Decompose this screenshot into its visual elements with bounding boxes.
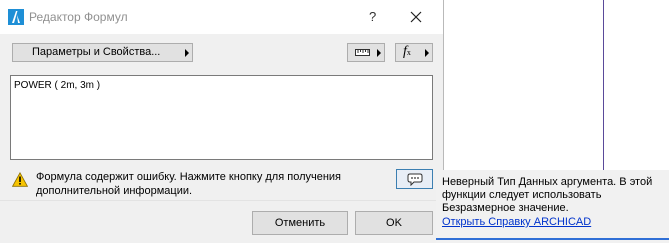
formula-text: POWER ( 2m, 3m ) <box>14 80 101 91</box>
submenu-arrow-icon <box>377 49 381 57</box>
parameters-properties-button[interactable]: Параметры и Свойства... <box>12 43 193 62</box>
ruler-icon <box>355 49 370 56</box>
formula-editor-field[interactable]: POWER ( 2m, 3m ) <box>10 75 433 160</box>
submenu-arrow-icon <box>425 49 429 57</box>
title-bar[interactable]: Редактор Формул ? <box>0 0 443 34</box>
ok-button-label: OK <box>386 217 402 229</box>
open-archicad-help-link[interactable]: Открыть Справку ARCHICAD <box>442 216 591 228</box>
close-icon[interactable] <box>401 6 431 28</box>
show-error-details-button[interactable] <box>396 169 433 189</box>
footer-divider <box>0 200 443 201</box>
units-button[interactable] <box>347 43 385 62</box>
insert-function-button[interactable]: fx <box>395 43 433 62</box>
tooltip-accent-line <box>436 238 669 240</box>
ok-button[interactable]: OK <box>355 211 433 235</box>
error-message: Формула содержит ошибку. Нажмите кнопку … <box>36 171 342 197</box>
function-icon: fx <box>403 44 411 59</box>
cancel-button-label: Отменить <box>274 217 326 229</box>
help-button[interactable]: ? <box>369 9 376 24</box>
error-details-tooltip: Неверный Тип Данных аргумента. В этой фу… <box>436 170 669 243</box>
parameters-button-label: Параметры и Свойства... <box>32 46 161 58</box>
archicad-logo-icon <box>8 9 24 25</box>
window-title: Редактор Формул <box>29 10 128 24</box>
submenu-arrow-icon <box>185 49 189 57</box>
tooltip-message: Неверный Тип Данных аргумента. В этой фу… <box>442 176 653 214</box>
formula-editor-dialog: Редактор Формул ? Параметры и Свойства..… <box>0 0 444 243</box>
cancel-button[interactable]: Отменить <box>252 211 348 235</box>
warning-icon <box>12 172 28 187</box>
speech-bubble-icon <box>407 173 423 186</box>
